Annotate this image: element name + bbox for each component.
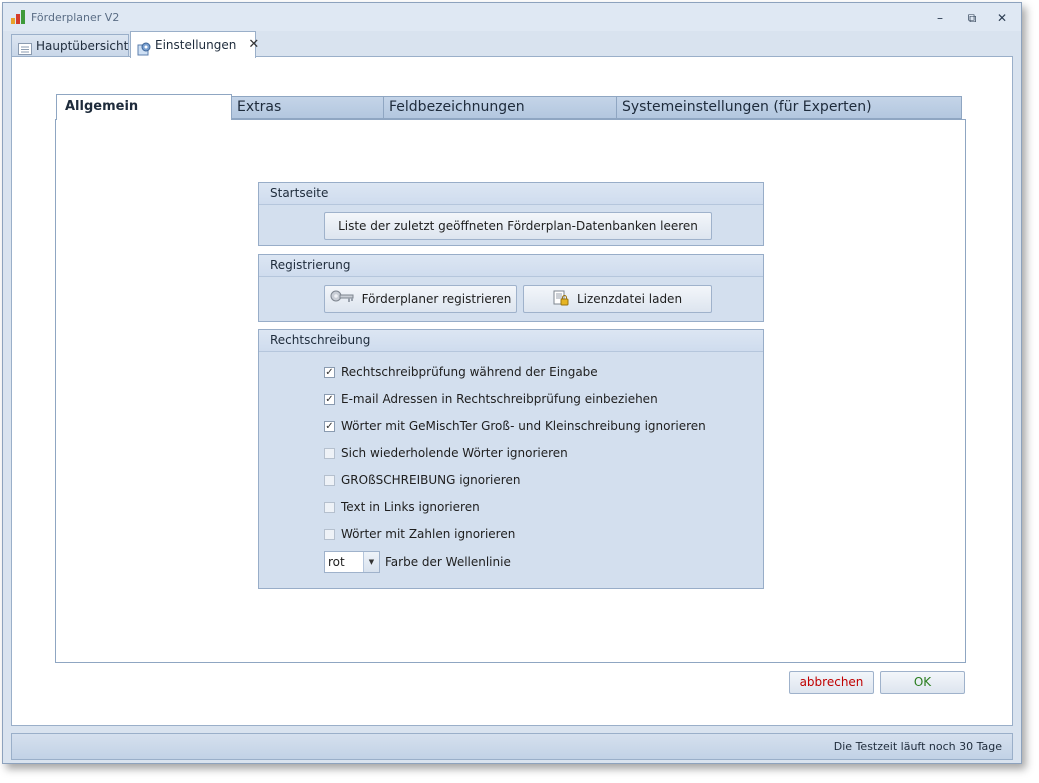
app-logo-icon — [11, 10, 27, 24]
button-label: Förderplaner registrieren — [361, 292, 512, 306]
button-label: Lizenzdatei laden — [576, 292, 683, 306]
option-label: Wörter mit GeMischTer Groß- und Kleinsch… — [341, 419, 706, 433]
checkbox-checked[interactable]: ✓ — [324, 366, 335, 378]
option-label: Text in Links ignorieren — [341, 500, 480, 514]
settings-panel: Allgemein Extras Feldbezeichnungen Syste… — [11, 56, 1013, 726]
group-title: Startseite — [259, 183, 763, 205]
list-icon — [18, 40, 32, 55]
clear-recent-list-button[interactable]: Liste der zuletzt geöffneten Förderplan-… — [324, 212, 712, 240]
checkbox-unchecked[interactable] — [324, 528, 335, 540]
tab-hauptuebersicht[interactable]: Hauptübersicht — [11, 34, 129, 57]
tab-systemeinstellungen[interactable]: Systemeinstellungen (für Experten) — [616, 96, 962, 119]
close-tab-icon[interactable]: ✕ — [248, 32, 259, 58]
tab-einstellungen[interactable]: Einstellungen ✕ — [130, 31, 259, 58]
minimize-button[interactable]: – — [929, 9, 951, 27]
allgemein-page: Startseite Liste der zuletzt geöffneten … — [55, 119, 966, 663]
tab-label: Einstellungen — [155, 38, 237, 52]
key-icon — [330, 290, 354, 309]
checkbox-unchecked[interactable] — [324, 501, 335, 513]
load-license-button[interactable]: Lizenzdatei laden — [523, 285, 712, 313]
ignore-repeated-words-option[interactable]: Sich wiederholende Wörter ignorieren — [324, 444, 568, 462]
include-email-option[interactable]: ✓ E-mail Adressen in Rechtschreibprüfung… — [324, 390, 658, 408]
settings-icon — [137, 39, 151, 56]
tab-allgemein[interactable]: Allgemein — [56, 94, 232, 120]
startseite-group: Startseite Liste der zuletzt geöffneten … — [258, 182, 764, 246]
registrierung-group: Registrierung Förderplaner registrieren … — [258, 254, 764, 322]
close-window-button[interactable]: ✕ — [991, 9, 1013, 27]
document-tabs: Hauptübersicht Einstellungen ✕ — [11, 31, 1011, 58]
restore-button[interactable]: ⧉ — [961, 9, 983, 27]
option-label: E-mail Adressen in Rechtschreibprüfung e… — [341, 392, 658, 406]
wave-color-dropdown[interactable]: rot ▼ — [324, 551, 380, 573]
option-label: Rechtschreibprüfung während der Eingabe — [341, 365, 598, 379]
cancel-button[interactable]: abbrechen — [789, 671, 874, 694]
option-label: GROßSCHREIBUNG ignorieren — [341, 473, 521, 487]
spellcheck-while-typing-option[interactable]: ✓ Rechtschreibprüfung während der Eingab… — [324, 363, 598, 381]
wave-color-label: Farbe der Wellenlinie — [385, 555, 511, 569]
checkbox-checked[interactable]: ✓ — [324, 393, 335, 405]
group-title: Registrierung — [259, 255, 763, 277]
ignore-uppercase-option[interactable]: GROßSCHREIBUNG ignorieren — [324, 471, 520, 489]
register-button[interactable]: Förderplaner registrieren — [324, 285, 517, 313]
group-title: Rechtschreibung — [259, 330, 763, 352]
title-bar: Förderplaner V2 – ⧉ ✕ — [3, 3, 1021, 31]
button-label: Liste der zuletzt geöffneten Förderplan-… — [338, 219, 698, 233]
option-label: Wörter mit Zahlen ignorieren — [341, 527, 516, 541]
chevron-down-icon[interactable]: ▼ — [363, 552, 379, 572]
dropdown-value: rot — [328, 555, 345, 569]
checkbox-unchecked[interactable] — [324, 447, 335, 459]
tab-feldbezeichnungen[interactable]: Feldbezeichnungen — [383, 96, 617, 119]
option-label: Sich wiederholende Wörter ignorieren — [341, 446, 568, 460]
window-title: Förderplaner V2 — [31, 11, 120, 24]
tab-extras[interactable]: Extras — [231, 96, 384, 119]
status-bar: Die Testzeit läuft noch 30 Tage — [11, 733, 1013, 760]
ignore-mixed-case-option[interactable]: ✓ Wörter mit GeMischTer Groß- und Kleins… — [324, 417, 706, 435]
checkbox-checked[interactable]: ✓ — [324, 420, 335, 432]
settings-tabs: Allgemein Extras Feldbezeichnungen Syste… — [56, 94, 962, 120]
license-file-icon — [553, 290, 569, 309]
ignore-links-option[interactable]: Text in Links ignorieren — [324, 498, 480, 516]
ok-button[interactable]: OK — [880, 671, 965, 694]
app-window: Förderplaner V2 – ⧉ ✕ Hauptübersicht Ein… — [2, 2, 1022, 764]
ignore-numbers-option[interactable]: Wörter mit Zahlen ignorieren — [324, 525, 515, 543]
checkbox-unchecked[interactable] — [324, 474, 335, 486]
trial-status-text: Die Testzeit läuft noch 30 Tage — [833, 740, 1002, 753]
tab-label: Hauptübersicht — [36, 39, 129, 53]
rechtschreibung-group: Rechtschreibung ✓ Rechtschreibprüfung wä… — [258, 329, 764, 589]
